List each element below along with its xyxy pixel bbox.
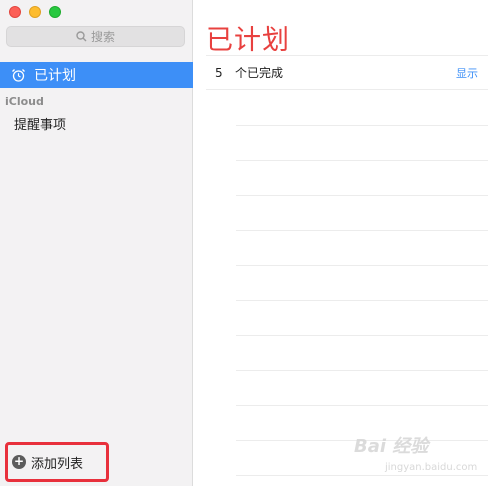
add-list-button[interactable]: + 添加列表 [5, 442, 109, 482]
search-icon [76, 31, 87, 42]
empty-row-divider [236, 230, 488, 231]
empty-row-divider [236, 300, 488, 301]
minimize-window-button[interactable] [29, 6, 41, 18]
plus-circle-icon: + [12, 454, 26, 469]
empty-row-divider [236, 475, 488, 476]
empty-row-divider [236, 195, 488, 196]
watermark-url: jingyan.baidu.com [385, 462, 478, 473]
window-controls [9, 6, 61, 18]
sidebar-item-scheduled[interactable]: 已计划 [0, 62, 193, 88]
main-panel: 已计划 5 个已完成 显示 [194, 0, 500, 486]
empty-row-divider [236, 125, 488, 126]
page-title: 已计划 [206, 25, 290, 56]
empty-row-divider [236, 160, 488, 161]
add-list-label: 添加列表 [31, 456, 84, 472]
sidebar-item-reminders[interactable]: 提醒事项 [14, 114, 66, 133]
completed-summary-row: 5 个已完成 显示 [206, 55, 488, 90]
empty-row-divider [236, 370, 488, 371]
completed-count: 5 [215, 65, 223, 80]
empty-row-divider [236, 405, 488, 406]
sidebar-item-label: 已计划 [34, 68, 76, 84]
section-header-icloud: iCloud [5, 95, 44, 108]
close-window-button[interactable] [9, 6, 21, 18]
zoom-window-button[interactable] [49, 6, 61, 18]
empty-row-divider [236, 265, 488, 266]
alarm-clock-icon [11, 68, 26, 83]
empty-row-divider [236, 335, 488, 336]
show-completed-link[interactable]: 显示 [456, 65, 478, 81]
sidebar: 搜索 已计划 iCloud 提醒事项 + 添加列表 [0, 0, 193, 486]
completed-label: 个已完成 [235, 66, 284, 80]
search-placeholder: 搜索 [90, 30, 115, 44]
watermark-logo: Bai 经验 [354, 436, 429, 457]
search-field[interactable]: 搜索 [6, 26, 185, 47]
